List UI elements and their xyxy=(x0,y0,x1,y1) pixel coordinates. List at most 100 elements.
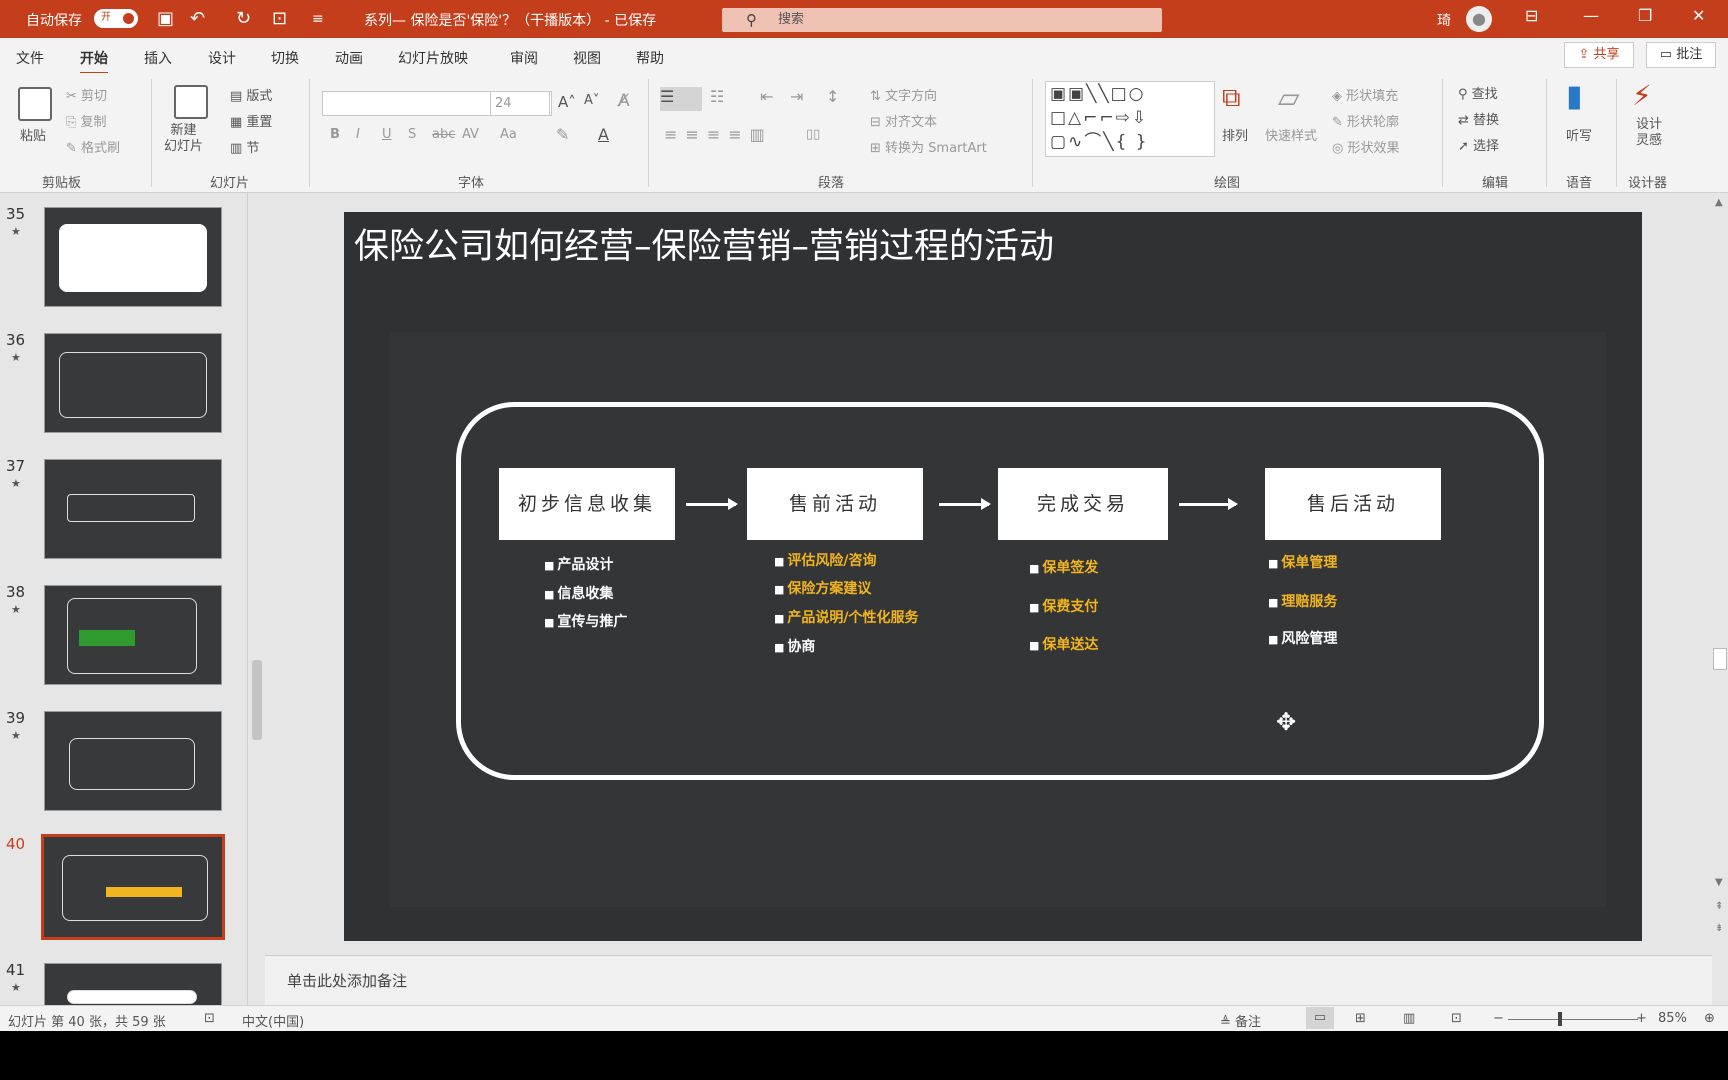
bullet-item[interactable]: 宣传与推广 xyxy=(544,611,627,631)
present-icon[interactable]: ⊡ xyxy=(272,8,287,29)
autosave-toggle[interactable]: 开 xyxy=(94,9,138,28)
tab-insert[interactable]: 插入 xyxy=(144,48,172,68)
shrink-font-icon[interactable]: A˅ xyxy=(584,93,599,108)
shape-outline-button[interactable]: ✎ 形状轮廓 xyxy=(1332,111,1399,130)
comments-button[interactable]: ▭ 批注 xyxy=(1646,42,1716,68)
bullet-item[interactable]: 产品设计 xyxy=(544,554,613,574)
italic-icon[interactable]: I xyxy=(356,127,360,142)
slide-sorter-icon[interactable]: ⊞ xyxy=(1355,1011,1366,1026)
shapes-gallery[interactable]: ▣▣╲╲□○ □△⌐⌐⇨⇩ ▢∿⌒╲{ } xyxy=(1045,81,1215,157)
line-spacing-icon[interactable]: ↕ xyxy=(826,87,839,106)
slide-canvas[interactable]: 保险公司如何经营–保险营销–营销过程的活动 初步信息收集 售前活动 完成交易 售… xyxy=(344,212,1642,941)
document-title[interactable]: 系列— 保险是否'保险'？（干播版本） - 已保存 xyxy=(364,10,656,30)
underline-icon[interactable]: U xyxy=(382,127,392,142)
slide-scrollbar[interactable]: ▲ ▼ ⇞ ⇟ xyxy=(1712,193,1728,955)
tab-home[interactable]: 开始 xyxy=(80,48,108,75)
shape-effects-button[interactable]: ◎ 形状效果 xyxy=(1332,137,1400,156)
bullet-item[interactable]: 协商 xyxy=(774,636,815,656)
share-button[interactable]: ⇪ 共享 xyxy=(1564,42,1634,68)
grow-font-icon[interactable]: A˄ xyxy=(558,93,576,111)
notes-toggle[interactable]: ≜ 备注 xyxy=(1220,1011,1261,1030)
thumbnail-41[interactable]: 41 ★ xyxy=(0,949,230,1005)
step-box[interactable]: 初步信息收集 xyxy=(499,468,675,540)
zoom-out-icon[interactable]: − xyxy=(1493,1011,1504,1026)
minimize-icon[interactable]: — xyxy=(1583,6,1599,25)
bullet-item[interactable]: 理赔服务 xyxy=(1268,591,1337,611)
clear-format-icon[interactable]: A̸ xyxy=(618,91,630,111)
accessibility-icon[interactable]: ⊡ xyxy=(204,1011,215,1026)
slide-thumbnail-pane[interactable]: 35 ★ 36 ★ 37 ★ 38 ★ 39 ★ 40 41 ★ xyxy=(0,193,248,1005)
thumbnail-37[interactable]: 37 ★ xyxy=(0,445,230,565)
thumbnail-scrollbar[interactable] xyxy=(250,200,264,1000)
dictate-button[interactable]: 听写 xyxy=(1566,125,1592,144)
reading-view-icon[interactable]: ▥ xyxy=(1403,1011,1415,1026)
text-direction-button[interactable]: ⇅ 文字方向 xyxy=(870,85,937,104)
select-button[interactable]: ➚ 选择 xyxy=(1458,135,1499,154)
bullet-item[interactable]: 风险管理 xyxy=(1268,628,1337,648)
zoom-level[interactable]: 85% xyxy=(1658,1011,1687,1026)
columns-icon[interactable]: ▯▯ xyxy=(806,127,820,142)
bullet-item[interactable]: 信息收集 xyxy=(544,583,613,603)
quick-styles-icon[interactable]: ▱ xyxy=(1278,81,1300,114)
replace-button[interactable]: ⇄ 替换 xyxy=(1458,109,1499,128)
thumbnail-39[interactable]: 39 ★ xyxy=(0,697,230,817)
search-box[interactable]: ⚲ 搜索 xyxy=(722,8,1162,32)
redo-icon[interactable]: ↻ xyxy=(236,8,251,29)
format-painter-button[interactable]: ✎ 格式刷 xyxy=(66,137,120,156)
cut-button[interactable]: ✂ 剪切 xyxy=(66,85,107,104)
zoom-slider[interactable] xyxy=(1508,1019,1638,1020)
strikethrough-icon[interactable]: abc xyxy=(432,127,455,142)
scroll-up-icon[interactable]: ▲ xyxy=(1715,197,1723,208)
design-ideas-icon[interactable]: ⚡ xyxy=(1632,79,1652,112)
find-button[interactable]: ⚲ 查找 xyxy=(1458,83,1498,102)
tab-transitions[interactable]: 切换 xyxy=(271,48,299,68)
bullet-item[interactable]: 保单送达 xyxy=(1029,634,1098,654)
ribbon-display-icon[interactable]: ⊟ xyxy=(1525,6,1538,25)
convert-smartart-button[interactable]: ⊞ 转换为 SmartArt xyxy=(870,137,987,156)
tab-animations[interactable]: 动画 xyxy=(335,48,363,68)
thumbnail-40[interactable]: 40 xyxy=(0,823,230,943)
font-size-select[interactable]: 24 xyxy=(490,91,550,116)
tab-design[interactable]: 设计 xyxy=(208,48,236,68)
decrease-indent-icon[interactable]: ⇤ xyxy=(760,87,773,106)
align-icons[interactable]: ≡≡≡≡▥ xyxy=(664,125,773,144)
bullets-icon[interactable]: ☰ xyxy=(660,87,702,111)
customize-qat-icon[interactable]: ≡ xyxy=(312,11,324,27)
section-button[interactable]: ▥ 节 xyxy=(230,137,259,156)
notes-placeholder[interactable]: 单击此处添加备注 xyxy=(287,970,407,991)
shadow-icon[interactable]: S xyxy=(408,127,416,142)
scroll-down-icon[interactable]: ▼ xyxy=(1715,877,1723,888)
arrange-icon[interactable]: ⧉ xyxy=(1222,83,1241,114)
slide-title[interactable]: 保险公司如何经营–保险营销–营销过程的活动 xyxy=(354,218,1054,269)
bullet-item[interactable]: 保单管理 xyxy=(1268,552,1337,572)
reset-button[interactable]: ▦ 重置 xyxy=(230,111,272,130)
tab-view[interactable]: 视图 xyxy=(573,48,601,68)
zoom-in-icon[interactable]: + xyxy=(1636,1011,1647,1026)
arrange-button[interactable]: 排列 xyxy=(1222,125,1248,144)
slideshow-icon[interactable]: ⊡ xyxy=(1451,1011,1462,1026)
user-name[interactable]: 琦 xyxy=(1437,10,1451,30)
align-text-button[interactable]: ⊟ 对齐文本 xyxy=(870,111,937,130)
design-ideas-button[interactable]: 设计 灵感 xyxy=(1636,117,1662,149)
bullet-item[interactable]: 评估风险/咨询 xyxy=(774,550,876,570)
process-frame[interactable] xyxy=(456,402,1544,780)
tab-slideshow[interactable]: 幻灯片放映 xyxy=(398,48,468,68)
scrollbar-thumb[interactable] xyxy=(1713,648,1727,670)
bullet-item[interactable]: 保单签发 xyxy=(1029,557,1098,577)
font-color-icon[interactable]: A xyxy=(598,125,609,144)
shape-fill-button[interactable]: ◈ 形状填充 xyxy=(1332,85,1398,104)
save-icon[interactable]: ▣ xyxy=(157,8,174,29)
fit-to-window-icon[interactable]: ⊕ xyxy=(1704,1011,1715,1026)
normal-view-icon[interactable]: ▭ xyxy=(1306,1007,1334,1029)
bold-icon[interactable]: B xyxy=(330,127,340,142)
bullet-item[interactable]: 产品说明/个性化服务 xyxy=(774,607,918,627)
avatar[interactable]: ● xyxy=(1466,6,1492,32)
char-spacing-icon[interactable]: AV xyxy=(462,127,479,142)
tab-file[interactable]: 文件 xyxy=(16,48,44,68)
highlight-icon[interactable]: ✎ xyxy=(556,125,569,144)
thumbnail-35[interactable]: 35 ★ xyxy=(0,193,230,313)
paste-icon[interactable] xyxy=(18,87,52,121)
paste-button[interactable]: 粘贴 xyxy=(20,125,46,144)
restore-icon[interactable]: ❐ xyxy=(1638,6,1652,25)
zoom-slider-thumb[interactable] xyxy=(1558,1012,1562,1026)
